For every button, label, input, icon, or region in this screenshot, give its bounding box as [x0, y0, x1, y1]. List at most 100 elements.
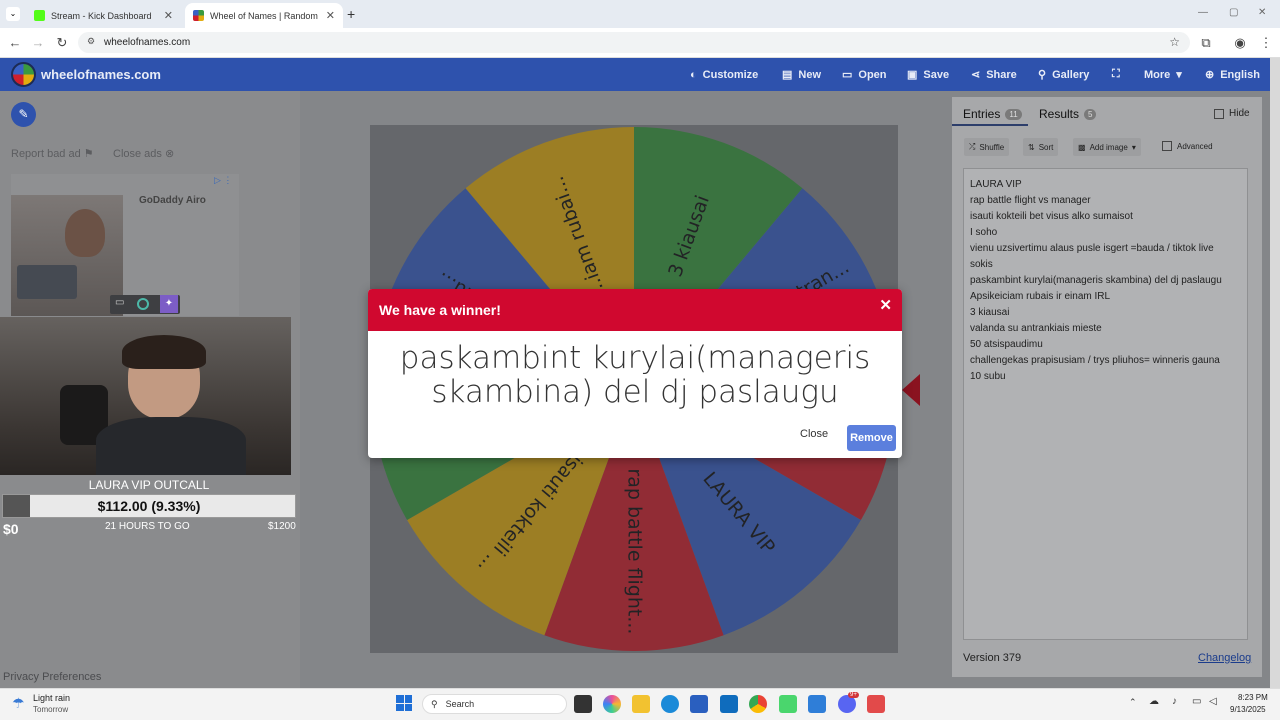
close-icon[interactable]: ✕: [164, 9, 173, 22]
taskbar-search[interactable]: ⚲ Search: [422, 694, 567, 714]
webcam-overlay: [0, 317, 291, 475]
circle-icon[interactable]: [137, 298, 149, 310]
tab-results[interactable]: Results 5: [1039, 107, 1097, 121]
entry-line: rap battle flight vs manager: [970, 195, 1091, 206]
site-logo-text[interactable]: wheelofnames.com: [41, 67, 161, 82]
entry-line: I soho: [970, 227, 998, 238]
bookmark-star-icon[interactable]: ☆: [1169, 35, 1180, 49]
onedrive-icon[interactable]: ☁: [1149, 696, 1159, 707]
microphone-icon[interactable]: ♪: [1172, 696, 1177, 707]
copilot-icon[interactable]: [603, 695, 621, 713]
close-ads-link[interactable]: Close ads ⊗: [113, 147, 174, 160]
advanced-label: Advanced: [1177, 141, 1213, 151]
more-button[interactable]: More ▾: [1144, 58, 1182, 91]
tray-chevron-icon[interactable]: ⌃: [1129, 697, 1137, 708]
winner-dialog-title: We have a winner!: [379, 302, 501, 318]
save-button[interactable]: ▣ Save: [907, 58, 949, 91]
clock-date[interactable]: 9/13/2025: [1230, 705, 1266, 714]
entry-line: LAURA VIP: [970, 179, 1022, 190]
language-button[interactable]: ⊕ English: [1205, 58, 1260, 91]
back-icon[interactable]: ←: [6, 34, 24, 52]
page-scrollbar[interactable]: [1270, 58, 1280, 688]
tab-wheel-of-names[interactable]: Wheel of Names | Random nam ✕: [185, 3, 343, 28]
gallery-button[interactable]: ⚲ Gallery: [1038, 58, 1089, 91]
tab-title: Stream - Kick Dashboard: [51, 10, 152, 21]
search-icon: ⚲: [1038, 69, 1047, 81]
hide-label: Hide: [1229, 108, 1250, 119]
goal-amount: $112.00 (9.33%): [97, 498, 201, 514]
remove-button[interactable]: Remove: [847, 425, 896, 451]
photos-icon[interactable]: [808, 695, 826, 713]
new-tab-button[interactable]: +: [347, 6, 355, 22]
magic-wand-icon[interactable]: ✦: [160, 295, 178, 313]
snipping-tool-icon[interactable]: [867, 695, 885, 713]
add-image-button[interactable]: ▩ Add image ▾: [1073, 138, 1141, 156]
stream-widget-toolbar: ▭ ✦: [110, 295, 180, 314]
menu-label: Gallery: [1052, 68, 1090, 81]
profile-icon[interactable]: ◉: [1231, 34, 1249, 52]
kick-favicon-icon: [34, 10, 45, 21]
adchoices-icon[interactable]: ▷ ⋮: [214, 175, 232, 186]
window-icon[interactable]: ▭: [115, 297, 124, 308]
changelog-link[interactable]: Changelog: [1198, 652, 1251, 664]
logo-icon[interactable]: [11, 62, 36, 87]
share-button[interactable]: ⋖ Share: [971, 58, 1017, 91]
goal-start: $0: [3, 521, 19, 537]
entries-textarea[interactable]: LAURA VIP rap battle flight vs manager isa…: [963, 168, 1248, 640]
tab-entries[interactable]: Entries 11: [963, 107, 1022, 121]
discord-badge: 9+: [848, 692, 859, 698]
privacy-preferences-link[interactable]: Privacy Preferences: [3, 671, 101, 683]
ad-person-hair: [65, 209, 105, 257]
pencil-icon: ✎: [18, 107, 29, 121]
edge-icon[interactable]: [661, 695, 679, 713]
forward-icon[interactable]: →: [29, 34, 47, 52]
volume-icon[interactable]: ◁: [1209, 696, 1217, 707]
extensions-icon[interactable]: ⧉: [1197, 34, 1215, 52]
clock-time[interactable]: 8:23 PM: [1238, 693, 1268, 702]
kick-icon[interactable]: [779, 695, 797, 713]
network-icon[interactable]: ▭: [1192, 696, 1201, 707]
share-icon: ⋖: [971, 69, 981, 81]
browser-menu-icon[interactable]: ⋮: [1257, 34, 1275, 52]
fullscreen-icon: ⛶: [1112, 68, 1120, 80]
wheel-favicon-icon: [193, 10, 204, 21]
close-icon[interactable]: ✕: [326, 9, 335, 22]
entry-line: 10 subu: [970, 371, 1006, 382]
minimize-button[interactable]: —: [1198, 7, 1208, 18]
fullscreen-button[interactable]: ⛶: [1112, 58, 1120, 91]
weather-icon[interactable]: ☂: [12, 695, 25, 712]
site-info-icon[interactable]: ⚙: [87, 36, 95, 47]
chrome-icon[interactable]: [749, 695, 767, 713]
shuffle-button[interactable]: ⤮ Shuffle: [964, 138, 1010, 156]
report-ad-link[interactable]: Report bad ad ⚑: [11, 147, 94, 160]
url-bar[interactable]: ⚙ wheelofnames.com ☆: [78, 32, 1190, 53]
task-view-icon[interactable]: [574, 695, 592, 713]
tab-label: Entries: [963, 107, 1001, 121]
file-explorer-icon[interactable]: [632, 695, 650, 713]
outlook-icon[interactable]: [720, 695, 738, 713]
chevron-down-icon: ▾: [1176, 69, 1182, 81]
goal-progress-bar: $112.00 (9.33%): [2, 494, 296, 518]
dialog-close-icon[interactable]: ✕: [879, 296, 892, 314]
store-icon[interactable]: [690, 695, 708, 713]
tab-search-icon[interactable]: ⌄: [6, 7, 20, 21]
menu-label: Share: [986, 68, 1017, 81]
tab-kick-dashboard[interactable]: Stream - Kick Dashboard ✕: [26, 3, 181, 28]
customize-button[interactable]: ◐ Customize: [690, 58, 758, 91]
advanced-checkbox[interactable]: Advanced: [1162, 141, 1213, 151]
edit-fab-button[interactable]: ✎: [11, 102, 36, 127]
weather-text[interactable]: Light rain: [33, 693, 70, 703]
goal-title: LAURA VIP OUTCALL: [88, 478, 210, 492]
new-button[interactable]: ▤ New: [782, 58, 821, 91]
close-button[interactable]: Close: [800, 428, 828, 440]
reload-icon[interactable]: ↻: [53, 34, 71, 52]
site-header: wheelofnames.com ◐ Customize ▤ New ▭ Open ▣…: [0, 58, 1270, 91]
open-button[interactable]: ▭ Open: [842, 58, 887, 91]
globe-icon: ⊕: [1205, 69, 1215, 81]
hide-checkbox[interactable]: Hide: [1214, 108, 1250, 119]
maximize-button[interactable]: ▢: [1229, 7, 1238, 18]
window-close-button[interactable]: ✕: [1258, 7, 1266, 18]
windows-start-icon[interactable]: [396, 695, 412, 711]
goal-time-left: 21 HOURS TO GO: [105, 521, 190, 532]
sort-button[interactable]: ⇅ Sort: [1023, 138, 1059, 156]
